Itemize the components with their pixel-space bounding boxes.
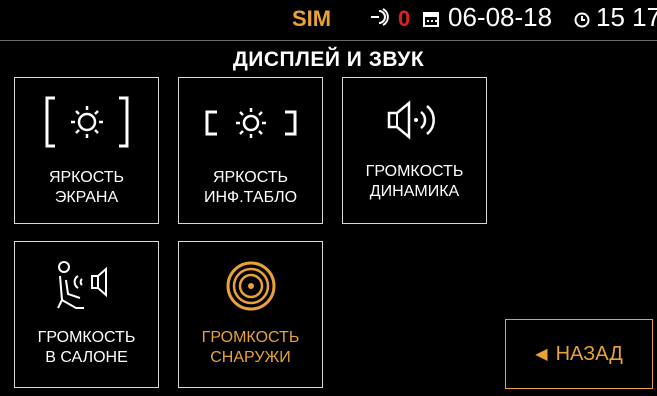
status-bar: SIM 0 06-08-18 15 17: [0, 0, 657, 41]
cabin-volume-icon: [15, 260, 158, 316]
signal-count: 0: [398, 6, 411, 31]
tile-label: ГРОМКОСТЬ ДИНАМИКА: [365, 163, 464, 200]
screen-brightness-icon: [15, 96, 158, 148]
page-title: ДИСПЛЕЙ И ЗВУК: [232, 48, 425, 71]
back-label: НАЗАД: [555, 342, 623, 365]
sim-indicator: SIM: [292, 6, 332, 31]
outside-volume-tile[interactable]: ГРОМКОСТЬ СНАРУЖИ: [178, 241, 323, 388]
outside-volume-icon: [179, 260, 322, 312]
tile-label: ЯРКОСТЬ ЭКРАНА: [48, 169, 125, 206]
screen-brightness-tile[interactable]: ЯРКОСТЬ ЭКРАНА: [14, 77, 159, 224]
info-board-brightness-tile[interactable]: ЯРКОСТЬ ИНФ.ТАБЛО: [178, 77, 323, 224]
clock-icon: [574, 8, 590, 34]
speaker-volume-tile[interactable]: ГРОМКОСТЬ ДИНАМИКА: [342, 77, 487, 224]
tile-label: ГРОМКОСТЬ СНАРУЖИ: [201, 329, 300, 366]
back-button[interactable]: ◀ НАЗАД: [505, 319, 653, 389]
speaker-volume-icon: [343, 98, 486, 142]
calendar-icon: [423, 8, 439, 34]
cabin-volume-tile[interactable]: ГРОМКОСТЬ В САЛОНЕ: [14, 241, 159, 388]
tile-label: ЯРКОСТЬ ИНФ.ТАБЛО: [203, 169, 298, 206]
back-arrow-icon: ◀: [535, 346, 548, 363]
tile-label: ГРОМКОСТЬ В САЛОНЕ: [37, 329, 136, 366]
info-board-brightness-icon: [179, 100, 322, 144]
time-display: 15 17: [596, 2, 657, 32]
signal-icon: [369, 7, 395, 33]
date-display: 06-08-18: [448, 2, 553, 32]
